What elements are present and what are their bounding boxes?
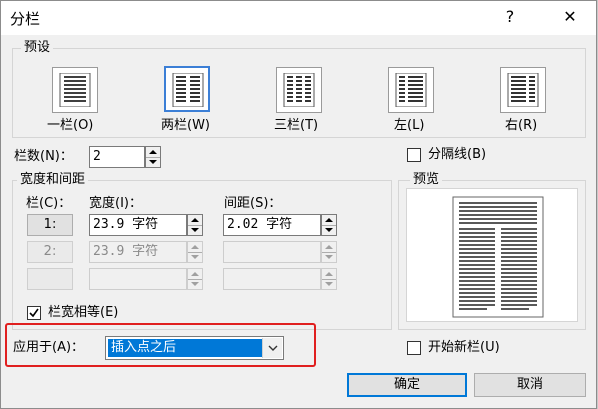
preset-left[interactable] (388, 67, 434, 113)
apply-to-label: 应用于(A)： (13, 340, 85, 355)
left-column-icon (395, 73, 427, 107)
spin-down-button[interactable] (146, 157, 160, 167)
preset-right-label: 右(R) (505, 118, 538, 133)
column-2-width-spinner (187, 241, 203, 263)
arrow-down-icon (149, 160, 157, 164)
checkmark-icon (29, 308, 39, 318)
column-3-spacing-spinner (321, 268, 337, 290)
apply-to-value: 插入点之后 (108, 339, 263, 357)
preset-two-label: 两栏(W) (161, 118, 210, 133)
preset-three-label: 三栏(T) (274, 118, 319, 133)
two-columns-icon (172, 73, 204, 107)
column-3-width-input (89, 268, 187, 290)
cancel-button[interactable]: 取消 (474, 373, 586, 397)
column-1-spacing-spinner[interactable] (321, 214, 337, 236)
arrow-up-icon (191, 245, 199, 249)
arrow-up-icon (325, 272, 333, 276)
spacing-header: 间距(S)： (224, 196, 282, 211)
ok-button[interactable]: 确定 (347, 373, 467, 397)
dialog-title: 分栏 (10, 10, 41, 28)
arrow-down-icon (191, 282, 199, 286)
spin-down-button[interactable] (188, 225, 202, 235)
column-count-spinner[interactable] (145, 146, 161, 168)
dropdown-button[interactable] (262, 338, 282, 358)
equal-width-checkbox[interactable] (27, 306, 41, 320)
arrow-up-icon (149, 150, 157, 154)
preview-group-label: 预览 (410, 172, 443, 187)
preset-two-columns[interactable] (164, 66, 210, 112)
column-header: 栏(C)： (26, 196, 72, 211)
width-header: 宽度(I)： (89, 196, 142, 211)
column-1-spacing-input[interactable]: 2.02 字符 (223, 214, 321, 236)
width-spacing-group-label: 宽度和间距 (17, 172, 89, 187)
close-button[interactable]: ✕ (556, 4, 584, 30)
presets-group-label: 预设 (21, 40, 54, 55)
preset-one-label: 一栏(O) (47, 118, 94, 133)
column-2-width-input: 23.9 字符 (89, 241, 187, 263)
start-new-column-label: 开始新栏(U) (428, 340, 500, 355)
arrow-down-icon (191, 255, 199, 259)
column-3-width-spinner (187, 268, 203, 290)
separator-label: 分隔线(B) (428, 147, 487, 162)
one-column-icon (59, 73, 91, 107)
separator-checkbox[interactable] (407, 148, 421, 162)
arrow-down-icon (325, 282, 333, 286)
preset-three-columns[interactable] (276, 67, 322, 113)
preview-area (406, 188, 578, 322)
column-2-spacing-input (223, 241, 321, 263)
right-column-icon (507, 73, 539, 107)
arrow-up-icon (325, 218, 333, 222)
help-button[interactable]: ? (496, 4, 524, 30)
start-new-column-checkbox[interactable] (407, 341, 421, 355)
column-3-button (27, 268, 73, 290)
preset-one-column[interactable] (52, 67, 98, 113)
title-bar: 分栏 ? ✕ (1, 1, 596, 35)
preview-page-icon (452, 196, 544, 318)
column-count-label: 栏数(N)： (14, 149, 73, 164)
column-2-button: 2: (27, 241, 73, 263)
arrow-down-icon (325, 228, 333, 232)
columns-dialog: 分栏 ? ✕ 预设 一栏(O) 两栏(W) 三栏(T) 左(L) 右(R) 栏数… (0, 0, 597, 409)
preset-right[interactable] (500, 67, 546, 113)
preset-left-label: 左(L) (394, 118, 425, 133)
column-1-button[interactable]: 1: (27, 214, 73, 236)
apply-to-select[interactable]: 插入点之后 (105, 336, 284, 360)
equal-width-label: 栏宽相等(E) (48, 305, 119, 320)
chevron-down-icon (268, 345, 278, 351)
column-count-input[interactable]: 2 (89, 146, 145, 168)
arrow-up-icon (191, 218, 199, 222)
column-1-width-spinner[interactable] (187, 214, 203, 236)
arrow-up-icon (191, 272, 199, 276)
arrow-up-icon (325, 245, 333, 249)
column-3-spacing-input (223, 268, 321, 290)
three-columns-icon (283, 73, 315, 107)
column-2-spacing-spinner (321, 241, 337, 263)
spin-down-button[interactable] (322, 225, 336, 235)
arrow-down-icon (325, 255, 333, 259)
column-1-width-input[interactable]: 23.9 字符 (89, 214, 187, 236)
arrow-down-icon (191, 228, 199, 232)
